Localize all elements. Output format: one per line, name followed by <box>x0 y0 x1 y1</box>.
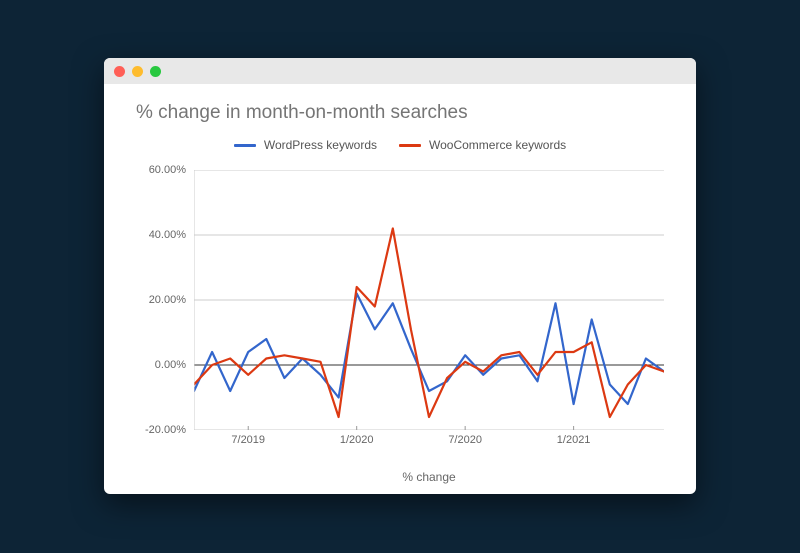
window-minimize-icon[interactable] <box>132 66 143 77</box>
y-tick-label: 40.00% <box>126 229 186 241</box>
x-tick-label: 7/2020 <box>448 434 482 446</box>
y-tick-label: 20.00% <box>126 294 186 306</box>
app-window: % change in month-on-month searches Word… <box>104 58 696 494</box>
legend-label: WooCommerce keywords <box>429 138 566 152</box>
titlebar <box>104 58 696 84</box>
y-tick-label: 0.00% <box>126 359 186 371</box>
legend-swatch-icon <box>399 144 421 147</box>
x-tick-label: 1/2020 <box>340 434 374 446</box>
legend-item-wordpress[interactable]: WordPress keywords <box>234 138 377 152</box>
window-content: % change in month-on-month searches Word… <box>104 84 696 494</box>
chart-plot: % change 60.00%40.00%20.00%0.00%-20.00%7… <box>194 170 664 430</box>
x-tick-label: 1/2021 <box>557 434 591 446</box>
window-zoom-icon[interactable] <box>150 66 161 77</box>
x-tick-label: 7/2019 <box>231 434 265 446</box>
legend-item-woocommerce[interactable]: WooCommerce keywords <box>399 138 566 152</box>
window-close-icon[interactable] <box>114 66 125 77</box>
legend-swatch-icon <box>234 144 256 147</box>
chart-svg <box>194 170 664 430</box>
chart-title: % change in month-on-month searches <box>136 102 468 124</box>
chart-legend: WordPress keywords WooCommerce keywords <box>104 138 696 152</box>
legend-label: WordPress keywords <box>264 138 377 152</box>
y-tick-label: -20.00% <box>126 424 186 436</box>
y-tick-label: 60.00% <box>126 164 186 176</box>
x-axis-label: % change <box>194 470 664 484</box>
